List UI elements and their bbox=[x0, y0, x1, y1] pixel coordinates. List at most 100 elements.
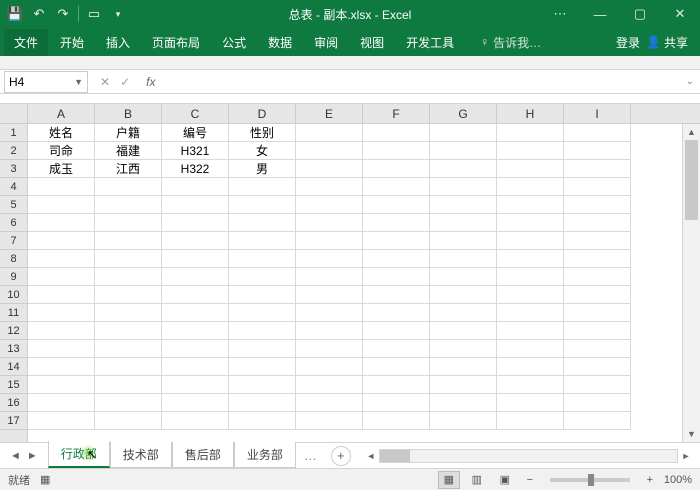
cell[interactable] bbox=[95, 358, 162, 376]
cell[interactable]: 司命 bbox=[28, 142, 95, 160]
cell[interactable] bbox=[430, 160, 497, 178]
cell[interactable] bbox=[497, 268, 564, 286]
cell[interactable] bbox=[497, 394, 564, 412]
cell[interactable] bbox=[497, 340, 564, 358]
formula-expand-icon[interactable]: ⌄ bbox=[680, 76, 700, 87]
cell[interactable] bbox=[162, 214, 229, 232]
cell[interactable] bbox=[497, 196, 564, 214]
cell[interactable] bbox=[363, 394, 430, 412]
row-header[interactable]: 4 bbox=[0, 178, 27, 196]
view-page-break-icon[interactable]: ▣ bbox=[494, 471, 516, 489]
sheet-add-button[interactable]: + bbox=[331, 446, 351, 466]
cell[interactable] bbox=[430, 232, 497, 250]
cell[interactable] bbox=[162, 412, 229, 430]
cell[interactable] bbox=[162, 286, 229, 304]
cell[interactable] bbox=[28, 376, 95, 394]
cell[interactable] bbox=[430, 340, 497, 358]
cell[interactable] bbox=[363, 178, 430, 196]
cell[interactable] bbox=[363, 322, 430, 340]
save-icon[interactable]: 💾 bbox=[6, 5, 24, 23]
cell[interactable] bbox=[229, 178, 296, 196]
cell[interactable] bbox=[564, 286, 631, 304]
formula-input[interactable] bbox=[161, 71, 679, 93]
sheet-more-icon[interactable]: … bbox=[296, 448, 325, 463]
row-header[interactable]: 14 bbox=[0, 358, 27, 376]
cell[interactable] bbox=[497, 214, 564, 232]
cell[interactable] bbox=[430, 358, 497, 376]
cell[interactable] bbox=[296, 322, 363, 340]
cell[interactable] bbox=[430, 322, 497, 340]
row-header[interactable]: 12 bbox=[0, 322, 27, 340]
cell[interactable] bbox=[564, 304, 631, 322]
cell[interactable] bbox=[296, 250, 363, 268]
cell[interactable] bbox=[162, 340, 229, 358]
cell[interactable] bbox=[430, 286, 497, 304]
row-header[interactable]: 15 bbox=[0, 376, 27, 394]
cell[interactable] bbox=[497, 232, 564, 250]
cell[interactable] bbox=[28, 340, 95, 358]
cell[interactable] bbox=[162, 178, 229, 196]
scroll-up-icon[interactable]: ▲ bbox=[683, 124, 700, 140]
cell[interactable] bbox=[162, 376, 229, 394]
cell[interactable] bbox=[430, 196, 497, 214]
vscroll-track[interactable] bbox=[683, 140, 700, 426]
cells-area[interactable]: 姓名户籍编号性别司命福建H321女成玉江西H322男 bbox=[28, 124, 682, 442]
col-header[interactable]: I bbox=[564, 104, 631, 123]
row-header[interactable]: 2 bbox=[0, 142, 27, 160]
cell[interactable] bbox=[162, 250, 229, 268]
minimize-icon[interactable]: — bbox=[580, 0, 620, 28]
cell[interactable] bbox=[363, 196, 430, 214]
cell[interactable] bbox=[296, 304, 363, 322]
col-header[interactable]: C bbox=[162, 104, 229, 123]
redo-icon[interactable]: ↷ bbox=[54, 5, 72, 23]
vertical-scrollbar[interactable]: ▲ ▼ bbox=[682, 124, 700, 442]
cell[interactable] bbox=[430, 142, 497, 160]
cell[interactable]: 编号 bbox=[162, 124, 229, 142]
cell[interactable] bbox=[363, 340, 430, 358]
cell[interactable] bbox=[497, 160, 564, 178]
cell[interactable] bbox=[28, 358, 95, 376]
cell[interactable] bbox=[229, 286, 296, 304]
cell[interactable] bbox=[363, 232, 430, 250]
cell[interactable]: 户籍 bbox=[95, 124, 162, 142]
cell[interactable] bbox=[162, 268, 229, 286]
hscroll-thumb[interactable] bbox=[380, 450, 410, 462]
cell[interactable] bbox=[363, 268, 430, 286]
cell[interactable] bbox=[95, 412, 162, 430]
tab-home[interactable]: 开始 bbox=[50, 29, 94, 56]
cell[interactable] bbox=[363, 160, 430, 178]
share-button[interactable]: 👤 共享 bbox=[646, 34, 688, 51]
tab-data[interactable]: 数据 bbox=[258, 29, 302, 56]
cell[interactable] bbox=[229, 376, 296, 394]
cell[interactable] bbox=[363, 376, 430, 394]
cell[interactable] bbox=[564, 214, 631, 232]
cell[interactable] bbox=[28, 412, 95, 430]
cell[interactable] bbox=[430, 268, 497, 286]
cell[interactable]: H321 bbox=[162, 142, 229, 160]
cell[interactable] bbox=[296, 232, 363, 250]
cell[interactable] bbox=[296, 286, 363, 304]
cell[interactable] bbox=[430, 304, 497, 322]
cell[interactable] bbox=[296, 268, 363, 286]
cell[interactable] bbox=[296, 376, 363, 394]
new-file-icon[interactable]: ▭ bbox=[85, 5, 103, 23]
tab-view[interactable]: 视图 bbox=[350, 29, 394, 56]
scroll-down-icon[interactable]: ▼ bbox=[683, 426, 700, 442]
cell[interactable] bbox=[229, 268, 296, 286]
cell[interactable]: H322 bbox=[162, 160, 229, 178]
cell[interactable] bbox=[229, 304, 296, 322]
cell[interactable] bbox=[162, 358, 229, 376]
row-header[interactable]: 8 bbox=[0, 250, 27, 268]
cell[interactable] bbox=[95, 376, 162, 394]
qat-dropdown-icon[interactable]: ▾ bbox=[109, 5, 127, 23]
select-all-corner[interactable] bbox=[0, 104, 28, 123]
cell[interactable] bbox=[28, 268, 95, 286]
cancel-icon[interactable]: ✕ bbox=[100, 75, 110, 89]
zoom-out-button[interactable]: − bbox=[522, 474, 538, 486]
cell[interactable] bbox=[296, 178, 363, 196]
col-header[interactable]: F bbox=[363, 104, 430, 123]
undo-icon[interactable]: ↶ bbox=[30, 5, 48, 23]
ribbon-options-icon[interactable]: ⋯ bbox=[540, 0, 580, 28]
sheet-tab[interactable]: 技术部 bbox=[110, 442, 172, 468]
cell[interactable] bbox=[564, 322, 631, 340]
